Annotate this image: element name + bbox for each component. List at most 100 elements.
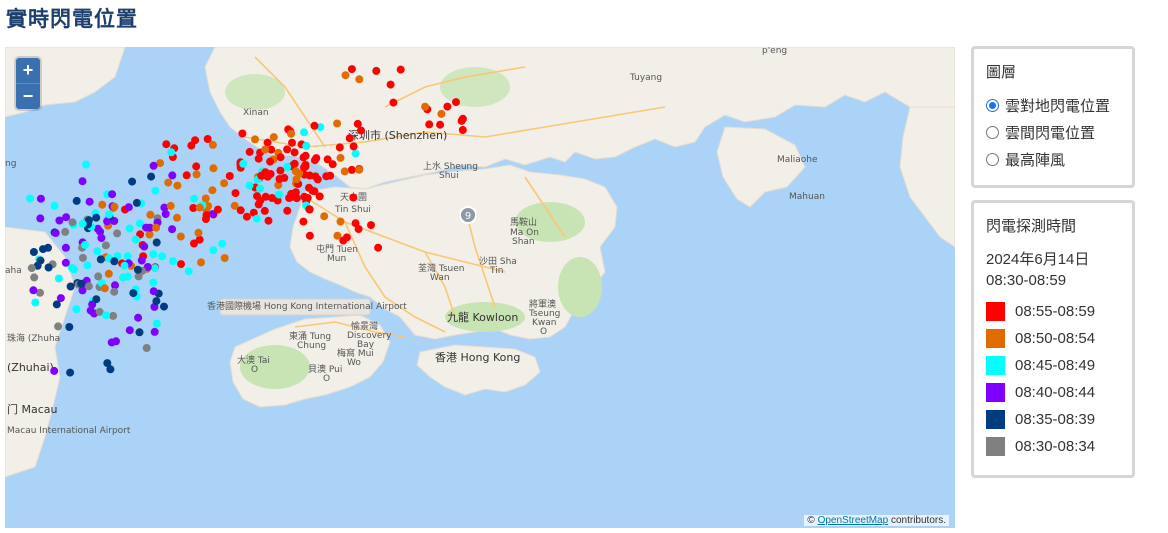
lightning-strike xyxy=(301,161,310,169)
lightning-strike xyxy=(341,71,350,80)
label-ma-on-shan-cn: 馬鞍山 xyxy=(510,216,537,228)
legend-date: 2024年6月14日 xyxy=(986,251,1090,268)
legend-label: 08:30-08:34 xyxy=(1015,438,1096,455)
lightning-strike xyxy=(61,243,70,252)
layer-option-cg[interactable]: 雲對地閃電位置 xyxy=(986,95,1110,116)
openstreetmap-link[interactable]: OpenStreetMap xyxy=(818,515,889,526)
legend-item: 08:30-08:34 xyxy=(986,437,1095,456)
lightning-strike xyxy=(311,172,320,181)
lightning-strike xyxy=(50,201,59,210)
lightning-strike xyxy=(152,297,161,306)
label-tai-o-en: O xyxy=(251,365,258,375)
lightning-strike xyxy=(93,247,102,256)
lightning-strike xyxy=(78,177,87,186)
lightning-strike xyxy=(295,169,304,178)
lightning-strike xyxy=(458,114,467,123)
radio-gust[interactable] xyxy=(986,153,999,166)
radio-cc[interactable] xyxy=(986,126,999,139)
label-airport: 香港國際機場 Hong Kong International Airport xyxy=(207,300,407,312)
legend-item: 08:50-08:54 xyxy=(986,329,1095,348)
lightning-strike xyxy=(192,162,201,171)
label-tuen-mun-en: Mun xyxy=(327,254,346,264)
north-park xyxy=(225,74,285,110)
lightning-strike xyxy=(104,269,113,278)
lightning-strike xyxy=(109,311,118,320)
lightning-strike xyxy=(231,189,240,198)
lightning-strike xyxy=(291,188,300,197)
legend-item: 08:45-08:49 xyxy=(986,356,1095,375)
lightning-strike xyxy=(78,253,87,262)
label-maliaohe: Maliaohe xyxy=(777,155,818,165)
lightning-strike xyxy=(236,206,245,215)
lightning-strike xyxy=(61,227,70,236)
zoom-control: + − xyxy=(16,58,40,109)
lightning-strike xyxy=(257,171,266,180)
legend-label: 08:55-08:59 xyxy=(1015,303,1096,320)
lightning-strike xyxy=(197,258,205,267)
lightning-strike xyxy=(310,156,319,165)
lightning-strike xyxy=(132,198,141,207)
lightning-strike xyxy=(169,257,177,266)
label-peng: p'eng xyxy=(762,47,787,56)
lightning-strike xyxy=(52,300,61,309)
layer-option-gust[interactable]: 最高陣風 xyxy=(986,149,1065,170)
lightning-strike xyxy=(36,214,45,223)
lightning-strike xyxy=(192,170,201,179)
lightning-strike xyxy=(335,143,344,152)
lightning-strike xyxy=(149,161,158,170)
lightning-strike xyxy=(349,193,358,202)
legend-item: 08:55-08:59 xyxy=(986,302,1095,321)
lightning-strike xyxy=(82,160,91,169)
lightning-map[interactable]: 9 深圳市 (Shenzhen) Xinan Tuyang p'eng Mali… xyxy=(5,47,955,528)
lightning-strike xyxy=(245,147,254,156)
lightning-strike xyxy=(161,210,170,218)
lightning-strike xyxy=(142,223,151,232)
lightning-strike xyxy=(84,282,93,291)
label-pui-o-en: O xyxy=(323,374,330,384)
lightning-strike xyxy=(351,149,360,158)
lightning-strike xyxy=(208,186,217,195)
lightning-strike xyxy=(162,140,171,149)
zoom-out-button[interactable]: − xyxy=(16,83,40,109)
lightning-strike xyxy=(310,187,319,196)
lightning-strike xyxy=(261,145,270,154)
lightning-strike xyxy=(149,250,158,259)
lightning-strike xyxy=(386,80,395,89)
radio-cg[interactable] xyxy=(986,99,999,112)
lightning-strike xyxy=(92,295,101,304)
lightning-strike xyxy=(107,338,116,347)
lightning-strike xyxy=(283,163,292,171)
lightning-strike xyxy=(54,274,63,283)
lightning-strike xyxy=(135,328,144,337)
lightning-strike xyxy=(110,287,119,296)
layer-panel-title: 圖層 xyxy=(986,64,1017,81)
lightning-strike xyxy=(26,194,35,203)
lightning-strike xyxy=(164,178,173,187)
lightning-strike xyxy=(194,228,203,237)
legend-swatch-red xyxy=(986,302,1005,321)
lightning-strike xyxy=(125,224,134,233)
lightning-strike xyxy=(290,159,299,168)
lightning-strike xyxy=(149,278,158,287)
lightning-strike xyxy=(147,172,156,181)
lightning-strike xyxy=(389,98,398,107)
lightning-strike xyxy=(77,279,86,288)
lightning-strike xyxy=(396,65,405,74)
lightning-strike xyxy=(92,213,101,222)
map-canvas[interactable]: 9 深圳市 (Shenzhen) Xinan Tuyang p'eng Mali… xyxy=(5,47,955,528)
label-mahuan: Mahuan xyxy=(789,192,825,202)
lightning-strike xyxy=(208,140,217,149)
lightning-strike xyxy=(110,257,119,266)
zoom-in-button[interactable]: + xyxy=(16,58,40,83)
lightning-strike xyxy=(213,205,222,214)
lightning-strike xyxy=(158,252,167,261)
lightning-strike xyxy=(108,190,117,199)
lightning-strike xyxy=(347,165,356,174)
label-tsuen-wan-en: Wan xyxy=(430,273,450,283)
lightning-strike xyxy=(85,197,94,206)
layer-option-cc[interactable]: 雲間閃電位置 xyxy=(986,122,1095,143)
lightning-strike xyxy=(152,238,161,247)
lightning-strike xyxy=(27,264,36,273)
lightning-strike xyxy=(176,232,185,241)
lightning-strike xyxy=(134,313,143,322)
